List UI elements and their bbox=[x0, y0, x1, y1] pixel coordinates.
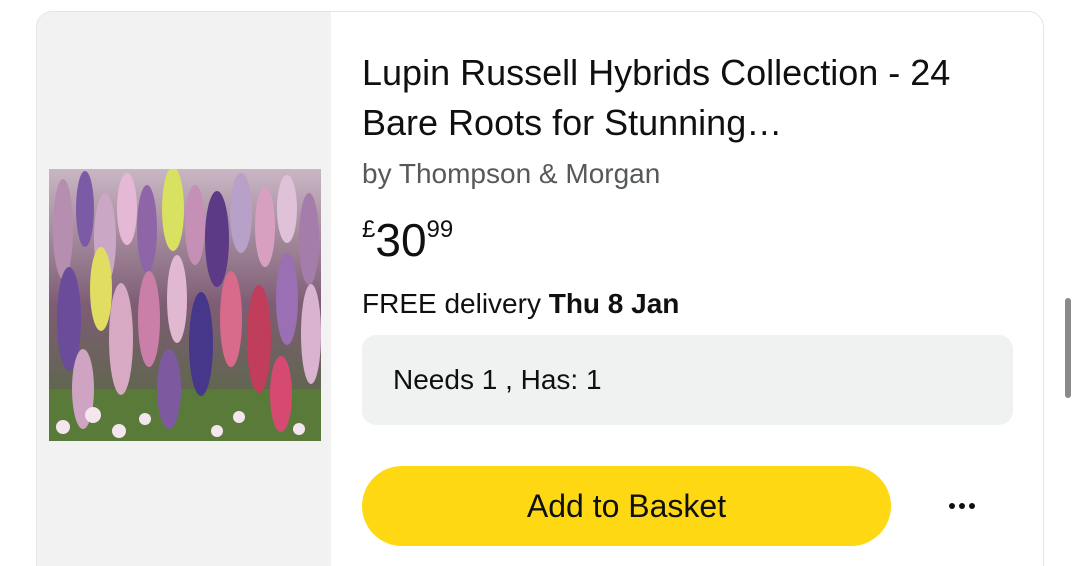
more-horizontal-icon-dot bbox=[969, 503, 975, 509]
price-currency: £ bbox=[362, 216, 376, 243]
product-info: Lupin Russell Hybrids Collection - 24 Ba… bbox=[362, 12, 1043, 566]
more-horizontal-icon-dot bbox=[959, 503, 965, 509]
needs-has-text: Needs 1 , Has: 1 bbox=[393, 364, 602, 395]
more-options-button[interactable] bbox=[940, 488, 984, 524]
page: Lupin Russell Hybrids Collection - 24 Ba… bbox=[0, 0, 1080, 566]
product-brand: by Thompson & Morgan bbox=[362, 158, 661, 189]
price-whole: 30 bbox=[375, 214, 427, 266]
more-horizontal-icon bbox=[949, 503, 955, 509]
product-price: £3099 bbox=[362, 212, 453, 272]
image-panel bbox=[37, 12, 331, 566]
product-card[interactable]: Lupin Russell Hybrids Collection - 24 Ba… bbox=[36, 11, 1044, 566]
scrollbar[interactable] bbox=[1065, 298, 1071, 398]
delivery-info: FREE delivery Thu 8 Jan bbox=[362, 286, 679, 322]
add-to-basket-button[interactable]: Add to Basket bbox=[362, 466, 891, 546]
product-image[interactable] bbox=[49, 169, 321, 441]
delivery-date: Thu 8 Jan bbox=[548, 288, 680, 319]
product-title[interactable]: Lupin Russell Hybrids Collection - 24 Ba… bbox=[362, 48, 1002, 148]
needs-has-box: Needs 1 , Has: 1 bbox=[362, 335, 1013, 425]
price-fraction: 99 bbox=[426, 216, 454, 243]
delivery-prefix: FREE delivery bbox=[362, 288, 549, 319]
